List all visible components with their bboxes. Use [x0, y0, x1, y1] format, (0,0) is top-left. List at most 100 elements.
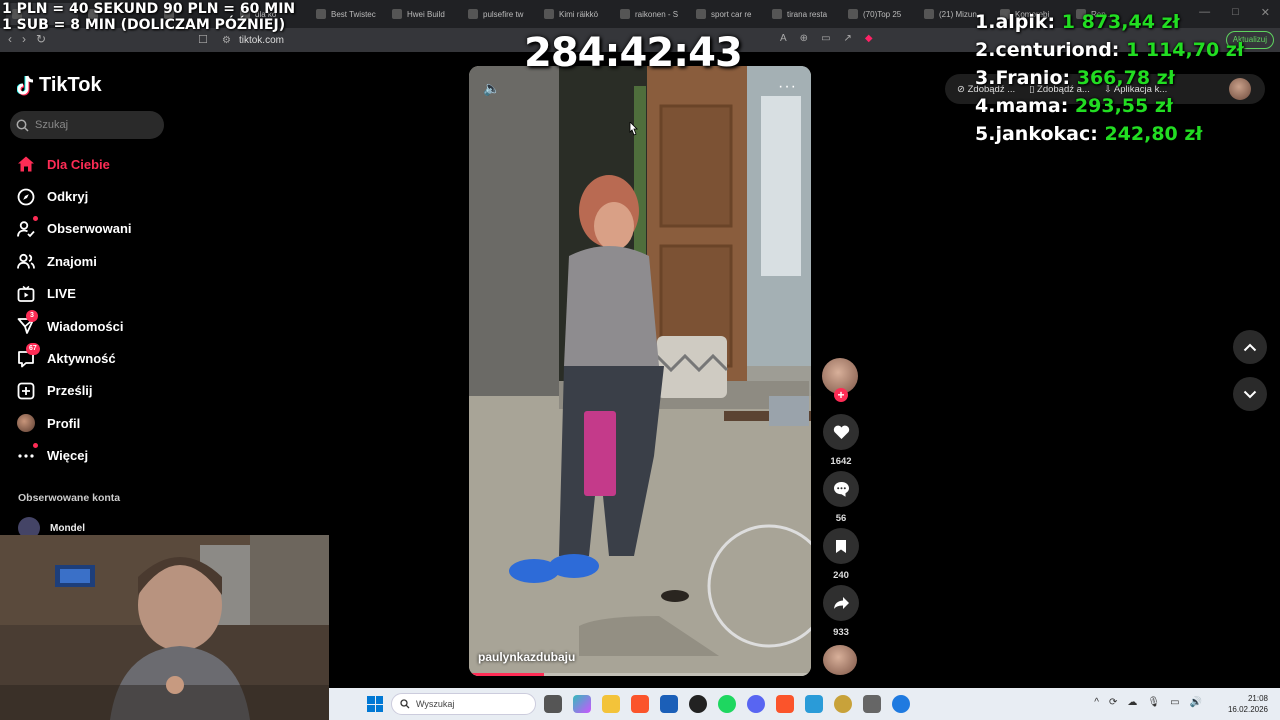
share-button[interactable] [823, 585, 859, 621]
notification-badge: 3 [26, 310, 38, 323]
sidebar-item-live[interactable]: LIVE [14, 278, 194, 310]
next-video-button[interactable] [1233, 377, 1267, 411]
tab-favicon-icon [696, 9, 706, 19]
close-icon[interactable]: ✕ [1261, 6, 1270, 19]
discord-icon[interactable] [747, 695, 765, 713]
notification-badge: 67 [26, 342, 40, 355]
volume-icon[interactable]: 🔊 [1190, 697, 1202, 708]
browser-tab[interactable]: Best Twistec [310, 3, 382, 25]
store-icon[interactable] [660, 695, 678, 713]
sidebar-item-aktywnosc[interactable]: 67 Aktywność [14, 342, 194, 374]
volume-icon[interactable]: 🔈 [483, 80, 500, 97]
file-explorer-icon[interactable] [602, 695, 620, 713]
leaderboard-row: 4.mama: 293,55 zł [975, 92, 1244, 120]
comment-button[interactable] [823, 471, 859, 507]
leaderboard-amount: 242,80 zł [1104, 123, 1203, 145]
brave-active-icon[interactable] [776, 695, 794, 713]
sidebar-item-profil[interactable]: Profil [14, 407, 194, 439]
video-progress-bar[interactable] [469, 673, 811, 676]
bookmark-icon[interactable]: ☐ [198, 33, 208, 46]
copilot-icon[interactable] [573, 695, 591, 713]
follow-plus-icon[interactable]: + [834, 388, 848, 402]
donation-leaderboard: 1.alpik: 1 873,44 zł 2.centuriond: 1 114,… [975, 8, 1244, 148]
sidebar-item-dla-ciebie[interactable]: Dla Ciebie [14, 148, 194, 180]
windows-taskbar: Wyszukaj ^ ⟳ ☁ 🎙 ▭ 🔊 21:08 16.02.2026 [329, 688, 1280, 720]
browser-tab[interactable]: tirana resta [766, 3, 838, 25]
back-icon[interactable]: ‹ [8, 32, 12, 46]
taskbar-clock[interactable]: 21:08 16.02.2026 [1228, 693, 1268, 715]
mic-icon[interactable]: 🎙 [1147, 697, 1160, 708]
browser-tab[interactable]: sport car re [690, 3, 762, 25]
sidebar-item-wiecej[interactable]: Więcej [14, 440, 194, 472]
sidebar-item-odkryj[interactable]: Odkryj [14, 180, 194, 212]
share-icon[interactable]: ↗ [844, 33, 852, 44]
comment-icon [833, 482, 849, 497]
like-button[interactable] [823, 414, 859, 450]
spotify-icon[interactable] [718, 695, 736, 713]
browser-tab[interactable]: (70)Top 25 [842, 3, 914, 25]
notification-dot [33, 215, 38, 221]
leaderboard-row: 2.centuriond: 1 114,70 zł [975, 36, 1244, 64]
bookmark-action[interactable]: 240 [823, 528, 859, 581]
tab-label: Hwei Build [407, 9, 445, 19]
leaderboard-amount: 1 114,70 zł [1126, 39, 1244, 61]
brave-shield-icon[interactable]: ◆ [865, 33, 873, 44]
sidebar-item-znajomi[interactable]: Znajomi [14, 245, 194, 277]
heart-icon [833, 425, 849, 439]
app-icon[interactable] [892, 695, 910, 713]
browser-tab[interactable]: raikonen - S [614, 3, 686, 25]
music-disc-avatar[interactable] [823, 645, 857, 675]
video-player[interactable]: 🔈 ··· paulynkazdubaju [469, 66, 811, 676]
league-client-icon[interactable] [834, 695, 852, 713]
sidebar-item-label: LIVE [47, 286, 76, 302]
video-author[interactable]: paulynkazdubaju [478, 650, 575, 664]
comment-action[interactable]: 56 [823, 471, 859, 524]
sync-icon[interactable]: ⟳ [1109, 697, 1117, 708]
more-options-icon[interactable]: ··· [778, 78, 797, 96]
bookmark-button[interactable] [823, 528, 859, 564]
tiktok-logo[interactable]: TikTok [17, 74, 102, 97]
browser-tab[interactable]: Hwei Build [386, 3, 458, 25]
zoom-icon[interactable]: ⊕ [800, 33, 808, 44]
leaderboard-row: 5.jankokac: 242,80 zł [975, 120, 1244, 148]
browser-tab[interactable]: pulsefire tw [462, 3, 534, 25]
streamer-webcam [0, 535, 329, 720]
sidebar-item-przeslij[interactable]: Prześlij [14, 375, 194, 407]
reload-icon[interactable]: ↻ [36, 32, 46, 46]
notepad-icon[interactable] [805, 695, 823, 713]
task-view-icon[interactable] [544, 695, 562, 713]
brave-browser-icon[interactable] [631, 695, 649, 713]
like-count: 1642 [830, 456, 852, 467]
cast-icon[interactable]: ▭ [821, 33, 830, 44]
sidebar-item-label: Odkryj [47, 189, 89, 205]
browser-tab[interactable]: Kimi räikkö [538, 3, 610, 25]
sidebar-item-wiadomosci[interactable]: 3 Wiadomości [14, 310, 194, 342]
chevron-up-icon[interactable]: ^ [1094, 697, 1099, 708]
windows-start-icon[interactable] [367, 696, 383, 712]
cloud-icon[interactable]: ☁ [1127, 697, 1137, 708]
forward-icon[interactable]: › [22, 32, 26, 46]
home-icon [16, 154, 36, 174]
leaderboard-name: mama: [995, 95, 1069, 117]
leaderboard-rank: 2. [975, 39, 996, 61]
share-action[interactable]: 933 [823, 585, 859, 638]
donation-rates-overlay: 1 PLN = 40 SEKUND 90 PLN = 60 MIN 1 SUB … [2, 1, 295, 33]
sidebar-item-label: Dla Ciebie [47, 156, 110, 172]
video-progress-fill [469, 673, 545, 676]
like-action[interactable]: 1642 [823, 414, 859, 467]
taskbar-search[interactable]: Wyszukaj [391, 693, 536, 715]
bookmark-icon [836, 539, 846, 553]
calculator-icon[interactable] [863, 695, 881, 713]
display-icon[interactable]: ▭ [1170, 697, 1179, 708]
site-info-icon[interactable]: ⚙ [222, 35, 231, 46]
sidebar-item-obserwowani[interactable]: Obserwowani [14, 213, 194, 245]
tab-label: sport car re [711, 9, 752, 19]
search-input[interactable] [35, 119, 155, 131]
translate-icon[interactable]: A [780, 33, 787, 44]
tab-favicon-icon [620, 9, 630, 19]
tab-favicon-icon [316, 9, 326, 19]
clock-date: 16.02.2026 [1227, 705, 1268, 714]
obs-icon[interactable] [689, 695, 707, 713]
previous-video-button[interactable] [1233, 330, 1267, 364]
search-box[interactable] [10, 111, 164, 139]
